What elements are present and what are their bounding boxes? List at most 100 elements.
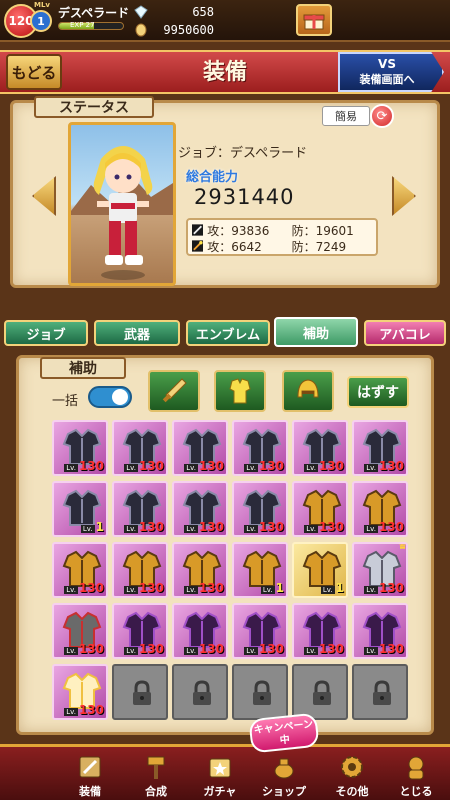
item-level: Lv. 130 <box>304 642 344 656</box>
locked-slot[interactable] <box>172 664 228 720</box>
equipment-tabs: ジョブ 武器 エンブレム 補助 アバコレ <box>4 317 446 348</box>
item-level-value: 130 <box>258 642 284 656</box>
nav-equip[interactable]: 装備 <box>60 747 120 800</box>
tab-emblem[interactable]: エンブレム <box>186 320 270 346</box>
tab-weapon[interactable]: 武器 <box>94 320 180 346</box>
filter-weapon-button[interactable] <box>148 370 200 412</box>
item-level: Lv. 130 <box>304 459 344 473</box>
tab-job[interactable]: ジョブ <box>4 320 88 346</box>
equipment-slot[interactable]: Lv. 130 <box>52 420 108 476</box>
equipment-slot[interactable]: Lv. 130 <box>352 603 408 659</box>
equipment-slot[interactable]: Lv. 130 <box>172 420 228 476</box>
equipment-slot[interactable]: Lv. 130 <box>52 603 108 659</box>
lock-icon <box>253 680 271 705</box>
tab-avatar-collection[interactable]: アバコレ <box>364 320 446 346</box>
locked-slot[interactable] <box>232 664 288 720</box>
nav-synthesis-label: 合成 <box>145 785 167 798</box>
item-level: Lv. 130 <box>124 581 164 595</box>
equipment-slot[interactable]: Lv. 130 <box>292 420 348 476</box>
item-level-value: 130 <box>378 642 404 656</box>
equipment-slot[interactable]: Lv. 130 <box>172 603 228 659</box>
exp-label: EXP 27 <box>70 21 95 29</box>
equipment-slot[interactable]: Lv. 1 <box>232 542 288 598</box>
remove-equipment-button[interactable]: はずす <box>347 376 409 408</box>
item-level-prefix: Lv. <box>244 464 258 472</box>
nav-gacha[interactable]: ガチャ <box>190 747 250 800</box>
item-level: Lv. 130 <box>64 642 104 656</box>
equipment-grid: Lv. 130 Lv. 130 Lv. 130 Lv. 130 Lv. 130 Lv. 130 Lv. 1… <box>52 420 408 720</box>
equipment-slot[interactable]: Lv. 130 <box>52 542 108 598</box>
back-button[interactable]: もどる <box>6 54 62 90</box>
gift-box-icon <box>303 14 325 30</box>
master-level-badge: 1 <box>30 10 52 32</box>
sword-icon <box>162 378 187 403</box>
equipment-slot[interactable]: Lv. 130 <box>112 542 168 598</box>
item-level-prefix: Lv. <box>124 647 138 655</box>
nav-other-label: その他 <box>335 785 369 798</box>
shop-icon <box>274 758 294 779</box>
locked-slot[interactable] <box>292 664 348 720</box>
gold-count: 9950600 <box>163 23 214 37</box>
equipment-slot[interactable]: Lv. 130 <box>172 481 228 537</box>
equipment-slot[interactable]: Lv. 130 <box>112 603 168 659</box>
equipment-slot[interactable]: Lv. 130 <box>112 420 168 476</box>
item-level: Lv. 130 <box>184 642 224 656</box>
character-sprite <box>71 146 173 280</box>
filter-armor-button[interactable] <box>214 370 266 412</box>
item-level-value: 130 <box>78 703 104 717</box>
item-level: Lv. 130 <box>64 581 104 595</box>
nav-shop[interactable]: ショップ <box>254 747 314 800</box>
nav-synthesis[interactable]: 合成 <box>126 747 186 800</box>
vs-button-line2: 装備画面へ <box>359 72 415 86</box>
physical-attack: 攻：93836 <box>207 223 270 238</box>
vs-equipment-button[interactable]: VS 装備画面へ <box>338 52 444 92</box>
equipment-slot[interactable]: Lv. 1 <box>52 481 108 537</box>
item-level: Lv. 130 <box>184 459 224 473</box>
tab-support[interactable]: 補助 <box>274 317 358 347</box>
equipment-slot[interactable]: Lv. 130 <box>112 481 168 537</box>
equipment-slot[interactable]: Lv. 130 <box>172 542 228 598</box>
simple-view-button[interactable]: 簡易 <box>322 106 370 126</box>
item-level-prefix: Lv. <box>260 586 275 594</box>
refresh-icon[interactable]: ⟳ <box>370 104 394 128</box>
item-level: Lv. 130 <box>64 459 104 473</box>
character-portrait[interactable] <box>68 122 176 286</box>
nav-gacha-label: ガチャ <box>203 785 237 798</box>
nav-close[interactable]: とじる <box>386 747 446 800</box>
gear-icon <box>341 756 363 778</box>
item-level-value: 130 <box>138 642 164 656</box>
equipment-slot[interactable]: Lv. 130 <box>292 603 348 659</box>
gift-box-button[interactable] <box>296 4 332 36</box>
physical-stats-row: 攻：93836 防：19601 <box>192 222 376 238</box>
nav-other[interactable]: その他 <box>322 747 382 800</box>
item-level-value: 130 <box>258 459 284 473</box>
item-level: Lv. 130 <box>244 642 284 656</box>
equipment-slot[interactable]: Lv. 130 <box>232 603 288 659</box>
equip-icon <box>79 756 101 778</box>
item-level: Lv. 130 <box>64 703 104 717</box>
equipment-slot[interactable]: Lv. 130 <box>232 420 288 476</box>
item-level-prefix: Lv. <box>320 586 335 594</box>
item-level: Lv. 130 <box>304 520 344 534</box>
bottom-navigation: 装備 合成 ガチャ ショップ その他 とじる <box>0 744 450 800</box>
locked-slot[interactable] <box>112 664 168 720</box>
bulk-toggle[interactable] <box>88 386 132 408</box>
equipment-slot[interactable]: Lv. 130 <box>292 481 348 537</box>
filter-helmet-button[interactable] <box>282 370 334 412</box>
equipment-slot[interactable]: Lv. 130 ♛ <box>352 542 408 598</box>
equipment-slot[interactable]: Lv. 1 <box>292 542 348 598</box>
bulk-toggle-knob <box>112 389 128 405</box>
item-level-prefix: Lv. <box>364 647 378 655</box>
body-armor-icon <box>229 378 251 404</box>
equipment-slot[interactable]: Lv. 130 <box>352 420 408 476</box>
job-text: ジョブ：デスペラード <box>178 146 308 161</box>
item-level-prefix: Lv. <box>124 586 138 594</box>
lock-icon <box>373 680 391 705</box>
locked-slot[interactable] <box>352 664 408 720</box>
equipment-slot[interactable]: Lv. 130 <box>52 664 108 720</box>
equipment-slot[interactable]: Lv. 130 <box>352 481 408 537</box>
equipment-slot[interactable]: Lv. 130 <box>232 481 288 537</box>
item-level-value: 130 <box>318 520 344 534</box>
magic-stats-row: 攻：6642 防：7249 <box>192 238 376 254</box>
magic-defense: 防：7249 <box>291 239 347 254</box>
